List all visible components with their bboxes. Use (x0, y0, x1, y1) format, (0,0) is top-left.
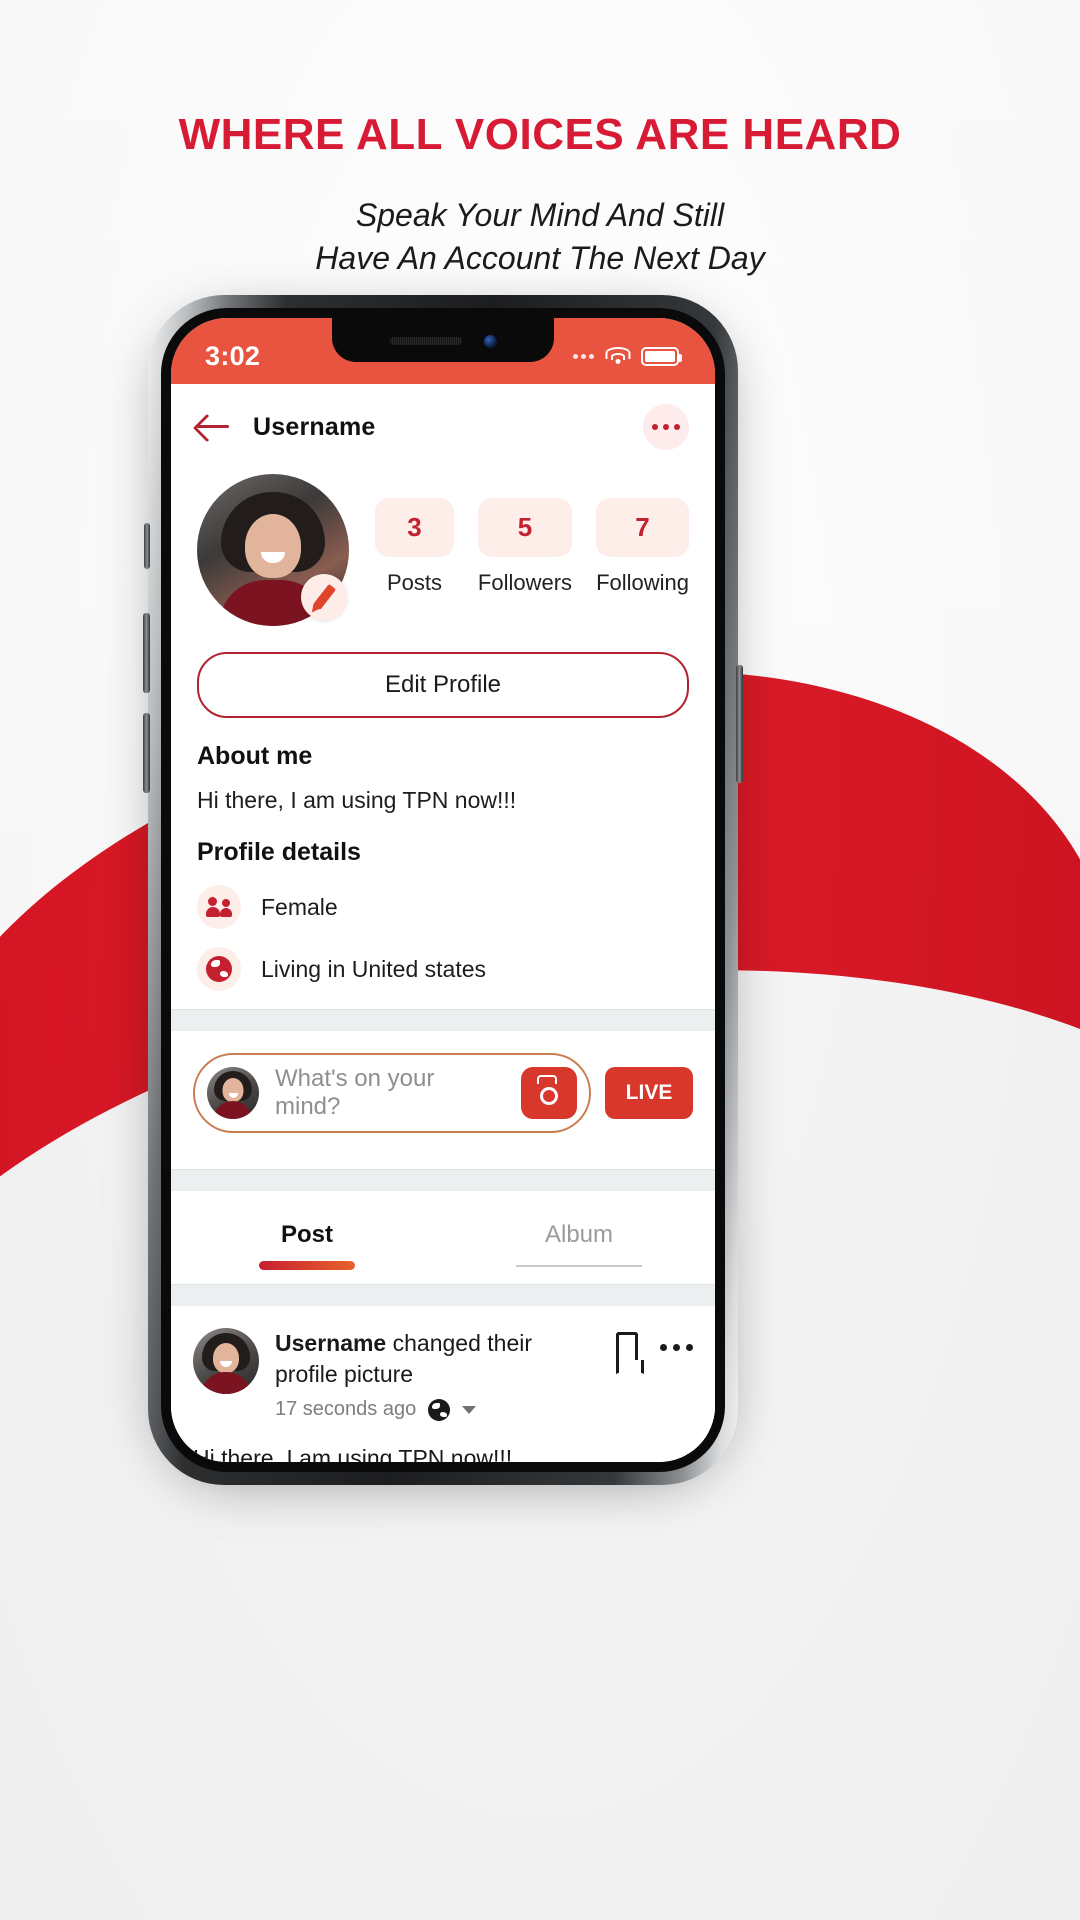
home-indicator[interactable] (343, 1438, 543, 1446)
promo-subline-line-2: Have An Account The Next Day (315, 239, 765, 276)
composer-avatar-torso (213, 1101, 253, 1119)
profile-tabs: Post Album (171, 1191, 715, 1270)
bookmark-icon[interactable] (616, 1332, 638, 1362)
earpiece-speaker (389, 337, 462, 345)
tab-post[interactable]: Post (171, 1203, 443, 1270)
promo-subline-line-1: Speak Your Mind And Still (355, 197, 725, 233)
about-me-text: Hi there, I am using TPN now!!! (197, 787, 517, 813)
stat-posts-value: 3 (375, 498, 454, 557)
tab-post-indicator (259, 1261, 355, 1270)
wifi-icon (605, 347, 630, 365)
promo-headline: WHERE ALL VOICES ARE HEARD (178, 110, 902, 159)
stat-followers-value: 5 (477, 498, 573, 557)
page-title: Username (253, 412, 376, 441)
signal-dots-icon (573, 353, 594, 359)
app-bar: Username (171, 384, 715, 464)
people-icon (197, 885, 241, 929)
globe-icon (197, 947, 241, 991)
stat-following-label: Following (596, 570, 689, 595)
camera-lens (540, 1086, 558, 1105)
edit-avatar-button[interactable] (301, 574, 347, 620)
post-meta: Username changed their profile picture 1… (275, 1328, 600, 1421)
post-avatar-torso (201, 1372, 251, 1394)
avatar-face (245, 513, 301, 578)
more-horizontal-icon[interactable] (643, 404, 689, 450)
post-headline: Username changed their profile picture (275, 1328, 600, 1390)
tab-post-label: Post (280, 1221, 333, 1248)
stat-followers[interactable]: 5 Followers (477, 498, 573, 596)
detail-gender-label: Female (261, 893, 338, 920)
composer-input-wrap[interactable]: What's on your mind? (193, 1053, 591, 1133)
phone-frame: 3:02 Username 3 Posts 5 Followers 7 Foll… (143, 295, 743, 1485)
composer-input[interactable]: What's on your mind? (275, 1065, 505, 1121)
status-bar: 3:02 (171, 318, 715, 384)
section-divider (171, 1009, 715, 1031)
phone-screen: 3:02 Username 3 Posts 5 Followers 7 Foll… (171, 318, 715, 1462)
edit-profile-button[interactable]: Edit Profile (197, 652, 689, 718)
phone-notch (332, 318, 554, 362)
avatar[interactable] (197, 474, 349, 626)
tab-album-label: Album (544, 1221, 614, 1248)
post-author-name[interactable]: Username (275, 1330, 386, 1356)
status-bar-clock: 3:02 (205, 340, 261, 371)
post-header: Username changed their profile picture 1… (171, 1306, 715, 1421)
stat-posts[interactable]: 3 Posts (375, 498, 454, 596)
detail-location-label: Living in United states (261, 955, 487, 982)
camera-icon[interactable] (521, 1067, 577, 1119)
more-horizontal-icon[interactable] (660, 1343, 693, 1351)
stat-following[interactable]: 7 Following (596, 498, 689, 596)
tab-album-indicator (516, 1265, 642, 1267)
mute-switch[interactable] (144, 523, 150, 569)
promo-subline: Speak Your Mind And Still Have An Accoun… (0, 194, 1080, 280)
power-button[interactable] (736, 665, 743, 783)
detail-location: Living in United states (197, 947, 689, 991)
detail-gender: Female (197, 885, 689, 929)
post-avatar-face (213, 1342, 239, 1373)
front-camera-icon (483, 334, 497, 348)
back-arrow-icon[interactable] (197, 414, 231, 440)
composer-avatar-face (222, 1078, 244, 1103)
section-divider-3 (171, 1284, 715, 1306)
post-actions (616, 1328, 693, 1362)
live-button[interactable]: LIVE (605, 1067, 693, 1119)
stat-posts-label: Posts (386, 570, 442, 595)
volume-down-button[interactable] (143, 713, 150, 793)
chevron-down-icon[interactable] (462, 1405, 477, 1414)
battery-icon (641, 346, 682, 366)
post-composer: What's on your mind? LIVE (171, 1031, 715, 1155)
section-divider-2 (171, 1169, 715, 1191)
profile-details-list: Female Living in United states (197, 885, 689, 991)
post-timestamp: 17 seconds ago (275, 1398, 417, 1421)
profile-details-title: Profile details (197, 838, 361, 866)
profile-header: 3 Posts 5 Followers 7 Following (171, 464, 715, 626)
status-bar-icons (573, 337, 682, 366)
pencil-icon (312, 583, 336, 611)
profile-stats: 3 Posts 5 Followers 7 Following (375, 474, 689, 596)
stat-following-value: 7 (596, 498, 689, 557)
post-submeta: 17 seconds ago (275, 1398, 600, 1421)
phone-bezel: 3:02 Username 3 Posts 5 Followers 7 Foll… (161, 308, 725, 1472)
composer-avatar (207, 1067, 259, 1119)
post-author-avatar[interactable] (193, 1328, 259, 1394)
globe-icon (428, 1398, 451, 1421)
stat-followers-label: Followers (477, 570, 573, 595)
phone-mockup: 3:02 Username 3 Posts 5 Followers 7 Foll… (143, 295, 743, 1485)
volume-up-button[interactable] (143, 613, 150, 693)
about-me-title: About me (197, 742, 313, 770)
tab-album[interactable]: Album (443, 1203, 715, 1270)
app-content: Username 3 Posts 5 Followers 7 Following… (171, 384, 715, 1462)
promo-header: WHERE ALL VOICES ARE HEARD Speak Your Mi… (0, 0, 1080, 280)
